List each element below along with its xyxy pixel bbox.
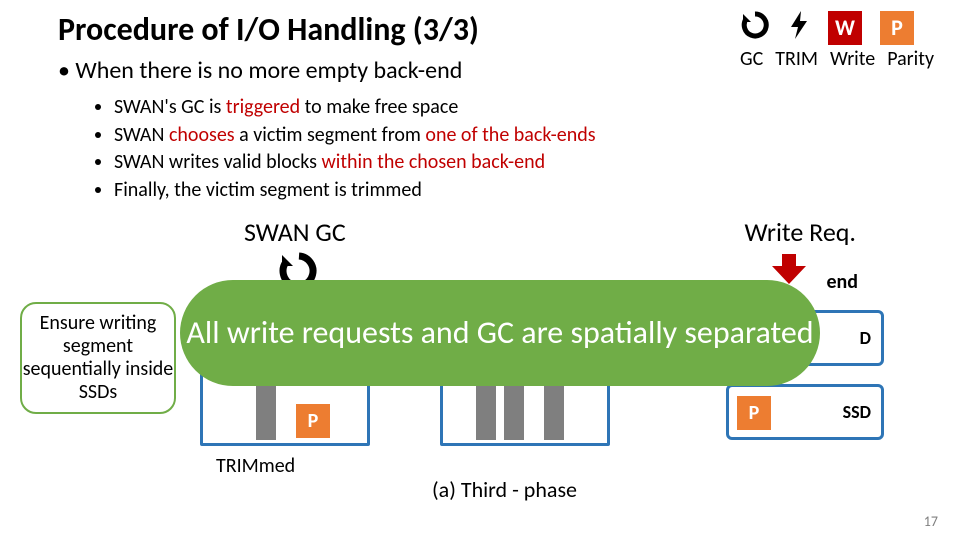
legend-parity-label: Parity [887,47,934,71]
phase-label: (a) Third - phase [432,476,577,503]
callout-text: Ensure writing segment sequentially insi… [22,312,174,404]
slide-title: Procedure of I/O Handling (3/3) [58,10,479,49]
sub-bullet-3: SWAN writes valid blocks within the chos… [114,149,596,177]
legend: W P GC TRIM Write Parity [740,10,934,71]
trimmed-label: TRIMmed [216,454,295,478]
legend-trim-label: TRIM [775,47,818,71]
legend-gc-label: GC [740,47,763,71]
frontend-label: end [826,270,858,294]
callout-box: Ensure writing segment sequentially insi… [20,302,176,414]
legend-write-label: Write [830,47,875,71]
recycle-icon [740,10,770,45]
page-number: 17 [924,513,938,530]
ssd-label: SSD [843,401,871,423]
sub-bullet-2: SWAN chooses a victim segment from one o… [114,122,596,150]
banner-text: All write requests and GC are spatially … [186,315,813,352]
legend-icons-row: W P [740,10,914,45]
parity-box: P [296,404,330,438]
main-bullet-text: When there is no more empty back-end [75,56,462,85]
sub-bullet-1: SWAN's GC is triggered to make free spac… [114,94,596,122]
write-tile: W [828,11,862,45]
parity-tile: P [880,11,914,45]
sub-bullet-4: Finally, the victim segment is trimmed [114,177,596,205]
banner: All write requests and GC are spatially … [180,280,820,386]
main-bullet: • When there is no more empty back-end [58,56,462,85]
write-req-label: Write Req. [745,216,856,248]
legend-labels-row: GC TRIM Write Parity [740,47,934,71]
slide: Procedure of I/O Handling (3/3) W P GC T… [0,0,960,540]
swan-gc-label: SWAN GC [244,216,346,248]
bolt-icon [788,10,810,45]
sub-bullets: SWAN's GC is triggered to make free spac… [96,94,596,204]
ssd-label: D [860,327,871,349]
ssd-box: P SSD [726,384,884,440]
parity-box: P [737,396,771,430]
